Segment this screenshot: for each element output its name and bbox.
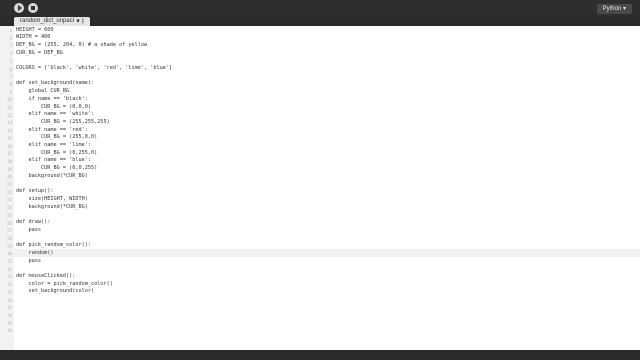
line-number: 37 — [7, 305, 12, 311]
line-number: 15 — [7, 135, 12, 141]
line-number: 33 — [7, 274, 12, 280]
code-line[interactable]: CUR_BG = (255,255,255) — [16, 119, 110, 127]
code-line[interactable]: background(*CUR_BG) — [16, 173, 87, 181]
current-line-highlight — [14, 249, 640, 257]
line-number: 8 — [9, 81, 12, 87]
code-line[interactable]: global CUR_BG — [16, 88, 69, 96]
line-number: 31 — [7, 259, 12, 264]
line-number: 21 — [7, 182, 12, 187]
line-number: 24 — [7, 205, 12, 211]
code-line[interactable]: COLORS = ['black', 'white', 'red', 'lime… — [16, 65, 172, 73]
status-bar — [0, 350, 640, 360]
code-line[interactable]: background(*CUR_BG) — [16, 204, 87, 212]
mode-selector[interactable]: Python ▾ — [596, 4, 632, 14]
code-line[interactable]: CUR_BG = (0,0,0) — [16, 104, 91, 112]
line-number: 28 — [7, 235, 12, 241]
tab-menu-button[interactable]: ▾ — [74, 18, 82, 26]
code-line[interactable]: elif name == 'lime': — [16, 142, 90, 150]
code-line[interactable]: elif name == 'white': — [16, 111, 94, 119]
run-button[interactable] — [14, 3, 24, 13]
code-line[interactable]: def set_background(name): — [16, 80, 94, 88]
line-number: 11 — [7, 105, 12, 110]
stop-button[interactable] — [28, 3, 38, 13]
line-number: 36 — [7, 297, 12, 303]
line-number: 2 — [9, 35, 12, 41]
line-number: 26 — [7, 220, 12, 226]
line-number: 18 — [7, 158, 12, 164]
line-number: 1 — [9, 28, 12, 33]
line-number: 27 — [7, 228, 12, 234]
code-line[interactable]: random() — [16, 250, 53, 258]
code-line[interactable]: elif name == 'red': — [16, 127, 87, 135]
line-number: 16 — [7, 143, 12, 149]
line-number: 13 — [7, 120, 12, 126]
line-number: 29 — [7, 243, 12, 249]
line-number: 38 — [7, 312, 12, 318]
code-line[interactable]: elif name == 'blue': — [16, 157, 90, 165]
line-number: 23 — [7, 197, 12, 203]
code-line[interactable]: CUR_BG = DEF_BG — [16, 50, 63, 58]
ide-window: Python ▾ random_dict_unpacking ▾ 1 2 3 4… — [0, 0, 640, 360]
line-number: 6 — [9, 66, 12, 72]
line-number: 32 — [7, 266, 12, 272]
line-number: 12 — [7, 112, 12, 118]
line-number: 20 — [7, 174, 12, 180]
line-number: 35 — [7, 289, 12, 295]
code-line[interactable]: set_background(color) — [16, 288, 94, 296]
line-number-gutter: 1 2 3 4 5 6 7 8 9 10 11 12 13 14 15 16 1… — [0, 26, 14, 350]
toolbar: Python ▾ — [0, 0, 640, 16]
line-number: 7 — [9, 74, 12, 80]
line-number: 17 — [7, 151, 12, 157]
code-line[interactable]: CUR_BG = (0,0,255) — [16, 165, 97, 173]
line-number: 9 — [9, 89, 12, 95]
code-line[interactable]: pass — [16, 227, 41, 235]
line-number: 30 — [7, 251, 12, 257]
line-number: 10 — [7, 97, 12, 103]
code-line[interactable]: CUR_BG = (0,255,0) — [16, 150, 97, 158]
line-number: 3 — [9, 43, 12, 49]
code-line[interactable]: CUR_BG = (255,0,0) — [16, 134, 97, 142]
code-line[interactable]: def setup(): — [16, 188, 53, 196]
code-line[interactable]: HEIGHT = 600 — [16, 27, 53, 35]
code-line[interactable]: color = pick_random_color() — [16, 281, 112, 289]
code-line[interactable]: pass — [16, 258, 41, 266]
code-line[interactable]: def draw(): — [16, 219, 50, 227]
code-editor[interactable]: 1 2 3 4 5 6 7 8 9 10 11 12 13 14 15 16 1… — [0, 26, 640, 350]
line-number: 14 — [7, 128, 12, 134]
line-number: 4 — [9, 51, 12, 57]
line-number: 34 — [7, 282, 12, 288]
line-number: 25 — [7, 212, 12, 218]
line-number: 40 — [7, 328, 12, 334]
stop-icon — [31, 6, 35, 10]
line-number: 22 — [7, 189, 12, 195]
line-number: 5 — [9, 58, 12, 64]
code-line[interactable]: def pick_random_color(): — [16, 242, 91, 250]
code-line[interactable]: DEF_BG = (255, 204, 0) # a shade of yell… — [16, 42, 147, 50]
code-line[interactable]: size(HEIGHT, WIDTH) — [16, 196, 87, 204]
tab-bar: random_dict_unpacking ▾ — [0, 16, 640, 26]
line-number: 19 — [7, 166, 12, 172]
play-icon — [17, 5, 22, 11]
code-line[interactable]: WIDTH = 400 — [16, 34, 50, 42]
code-line[interactable]: if name == 'black': — [16, 96, 87, 104]
code-line[interactable]: def mouseClicked(): — [16, 273, 75, 281]
line-number: 39 — [7, 320, 12, 326]
